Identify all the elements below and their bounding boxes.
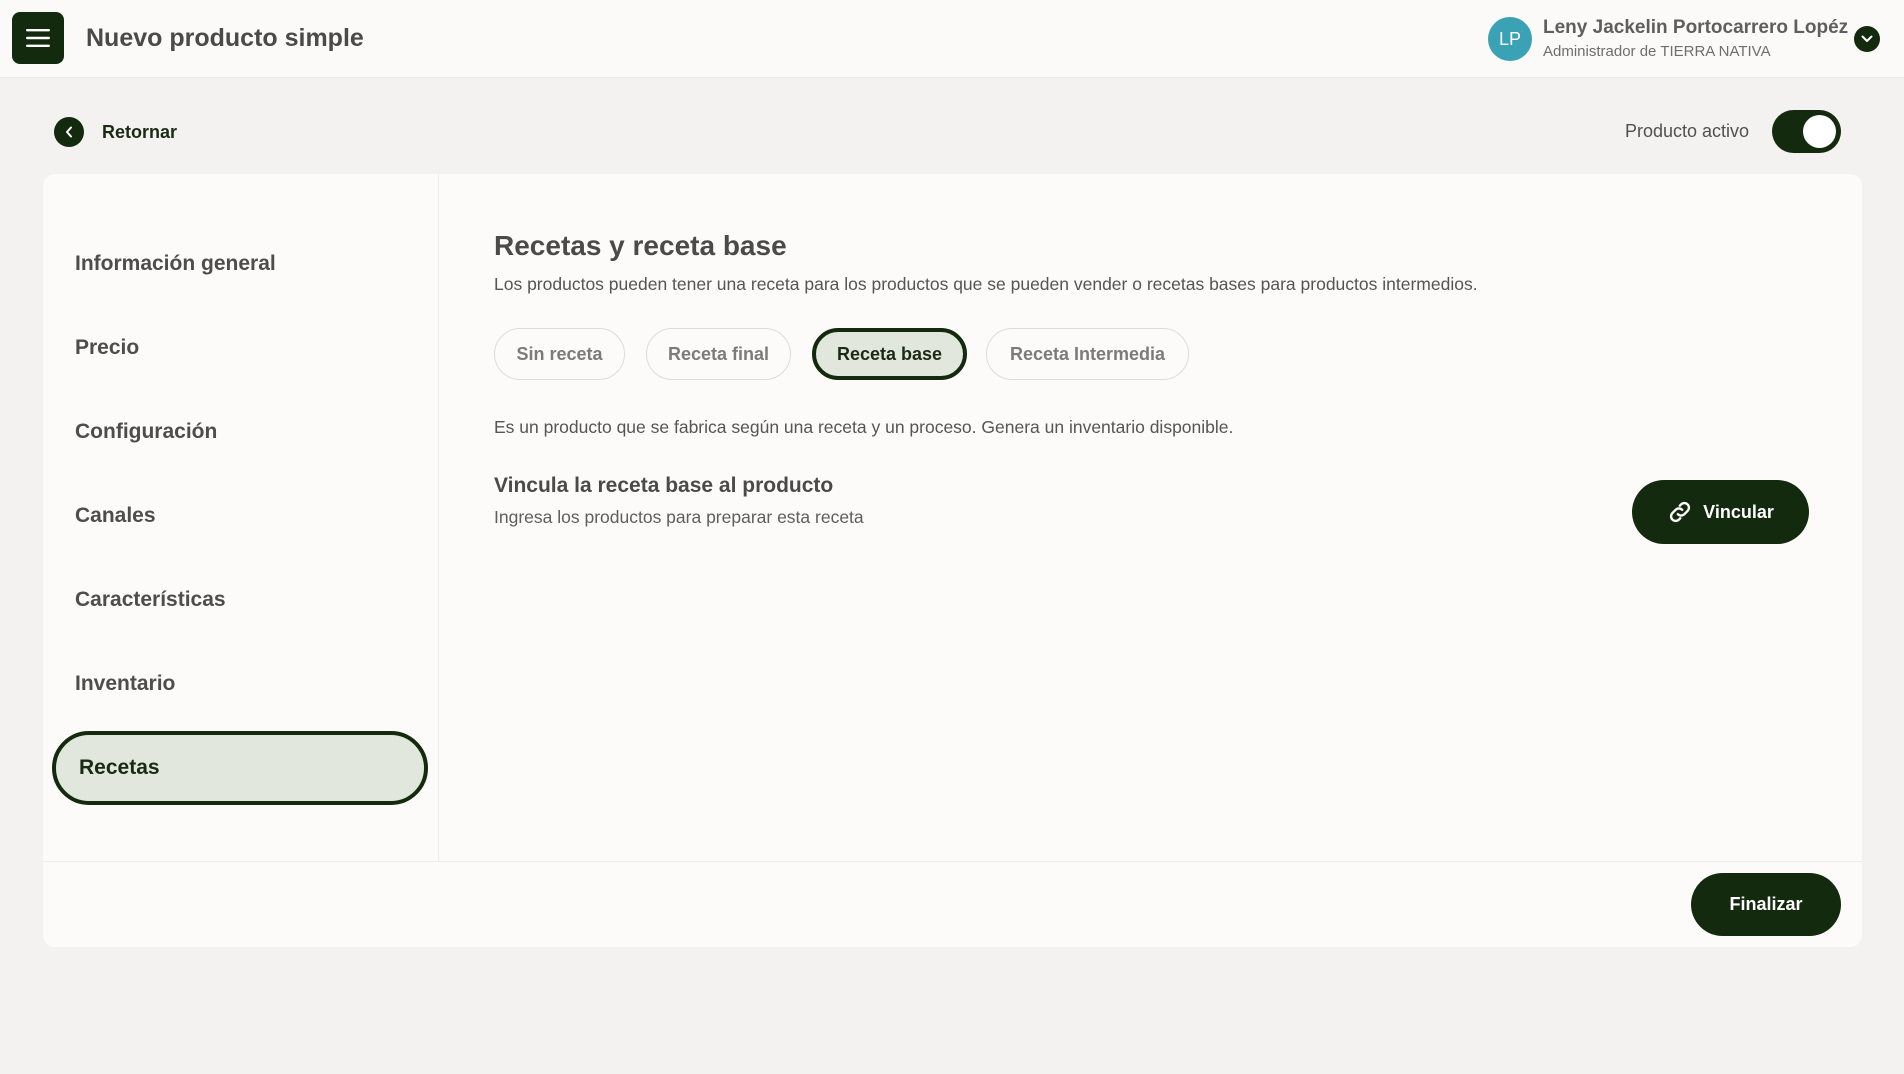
chevron-down-icon [1861, 35, 1873, 42]
sidebar-item-label: Características [75, 588, 226, 611]
section-description: Los productos pueden tener una receta pa… [494, 274, 1478, 294]
toggle-knob [1803, 115, 1836, 148]
sidebar-item-label: Canales [75, 504, 156, 527]
recipe-type-description: Es un producto que se fabrica según una … [494, 417, 1234, 437]
user-name: Leny Jackelin Portocarrero Lopéz [1543, 17, 1849, 38]
sidebar-item-label: Precio [75, 336, 140, 359]
sidebar-item-label: Recetas [79, 756, 160, 779]
link-recipe-button[interactable]: Vincular [1632, 480, 1809, 544]
form-sidebar: Información general Precio Configuración… [43, 174, 439, 861]
sidebar-item-label: Inventario [75, 672, 176, 695]
sidebar-item-precio[interactable]: Precio [75, 313, 427, 383]
link-icon [1670, 501, 1691, 523]
sidebar-item-informacion-general[interactable]: Información general [75, 229, 427, 299]
sidebar-item-canales[interactable]: Canales [75, 481, 427, 551]
sidebar-item-configuracion[interactable]: Configuración [75, 397, 427, 467]
tab-receta-intermedia[interactable]: Receta Intermedia [986, 328, 1189, 380]
link-recipe-button-label: Vincular [1703, 501, 1774, 522]
back-label: Retornar [102, 121, 178, 142]
sidebar-item-caracteristicas[interactable]: Características [75, 565, 427, 635]
chevron-left-icon [66, 126, 72, 138]
user-avatar[interactable]: LP [1488, 17, 1532, 61]
finish-button[interactable]: Finalizar [1691, 873, 1841, 936]
back-button[interactable] [54, 117, 84, 147]
hamburger-menu-icon [26, 29, 50, 47]
tab-receta-final[interactable]: Receta final [646, 328, 791, 380]
link-recipe-subtitle: Ingresa los productos para preparar esta… [494, 507, 864, 527]
sidebar-item-recetas[interactable]: Recetas [52, 731, 428, 805]
hamburger-menu-button[interactable] [12, 12, 64, 64]
product-active-toggle[interactable] [1772, 110, 1841, 153]
tab-sin-receta[interactable]: Sin receta [494, 328, 625, 380]
back-link[interactable]: Retornar [54, 117, 177, 147]
footer-divider [43, 861, 1862, 862]
page-title: Nuevo producto simple [86, 24, 364, 52]
section-title: Recetas y receta base [494, 230, 787, 261]
product-active-label: Producto activo [1625, 121, 1750, 141]
link-recipe-title: Vincula la receta base al producto [494, 474, 834, 497]
user-menu-button[interactable] [1854, 26, 1880, 52]
sidebar-item-label: Configuración [75, 420, 218, 443]
sidebar-item-inventario[interactable]: Inventario [75, 649, 427, 719]
user-role: Administrador de TIERRA NATIVA [1543, 43, 1771, 60]
sidebar-item-label: Información general [75, 252, 276, 275]
tab-receta-base[interactable]: Receta base [812, 328, 967, 380]
product-form-card: Información general Precio Configuración… [43, 174, 1862, 947]
top-bar: Nuevo producto simple LP Leny Jackelin P… [0, 0, 1904, 78]
